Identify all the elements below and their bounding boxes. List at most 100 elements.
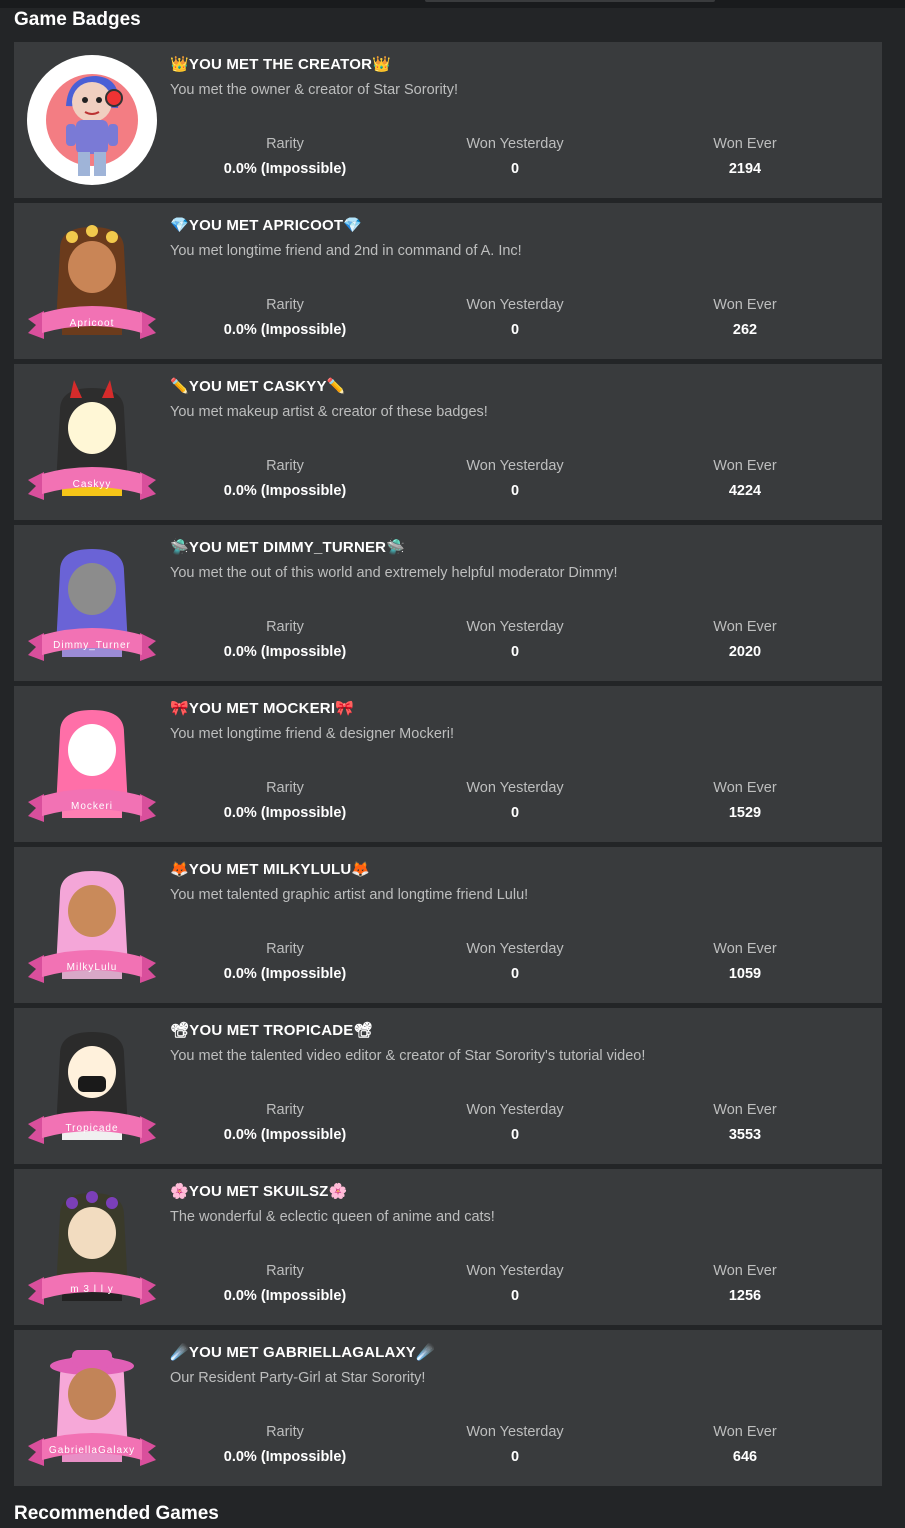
badge-banner-text: GabriellaGalaxy — [49, 1445, 135, 1456]
badge-card[interactable]: 👑YOU MET THE CREATOR👑 You met the owner &… — [14, 42, 882, 198]
won-yesterday-stat: Won Yesterday 0 — [415, 296, 615, 339]
badge-banner-text: Caskyy — [73, 479, 112, 490]
won-yesterday-label: Won Yesterday — [466, 619, 564, 635]
rarity-stat: Rarity 0.0% (Impossible) — [185, 457, 385, 500]
won-yesterday-value: 0 — [510, 1288, 520, 1304]
badge-description: You met talented graphic artist and long… — [170, 887, 529, 903]
badge-banner-text: Tropicade — [65, 1123, 118, 1134]
won-yesterday-stat: Won Yesterday 0 — [415, 1423, 615, 1466]
won-yesterday-value: 0 — [510, 966, 520, 982]
rarity-stat: Rarity 0.0% (Impossible) — [185, 940, 385, 983]
badge-card[interactable]: m 3 l l y 🌸YOU MET SKUILSZ🌸 The wonderful … — [14, 1169, 882, 1325]
rarity-stat: Rarity 0.0% (Impossible) — [185, 135, 385, 178]
rarity-value: 0.0% (Impossible) — [223, 805, 347, 821]
game-badges-heading: Game Badges — [14, 9, 141, 30]
badge-image[interactable]: MilkyLulu — [26, 859, 158, 991]
won-ever-value: 1256 — [728, 1288, 762, 1304]
won-yesterday-value: 0 — [510, 161, 520, 177]
rarity-label: Rarity — [266, 458, 304, 474]
won-ever-label: Won Ever — [713, 1102, 777, 1118]
rarity-stat: Rarity 0.0% (Impossible) — [185, 779, 385, 822]
won-ever-stat: Won Ever 262 — [645, 296, 845, 339]
badge-description: You met the owner & creator of Star Soro… — [170, 82, 458, 98]
won-ever-stat: Won Ever 3553 — [645, 1101, 845, 1144]
won-yesterday-stat: Won Yesterday 0 — [415, 940, 615, 983]
rarity-stat: Rarity 0.0% (Impossible) — [185, 296, 385, 339]
won-yesterday-label: Won Yesterday — [466, 780, 564, 796]
won-ever-label: Won Ever — [713, 136, 777, 152]
rarity-value: 0.0% (Impossible) — [223, 1288, 347, 1304]
won-yesterday-stat: Won Yesterday 0 — [415, 779, 615, 822]
won-ever-value: 4224 — [728, 483, 762, 499]
badge-description: You met longtime friend & designer Mocke… — [170, 726, 454, 742]
won-yesterday-label: Won Yesterday — [466, 941, 564, 957]
rarity-value: 0.0% (Impossible) — [223, 1449, 347, 1465]
won-yesterday-label: Won Yesterday — [466, 458, 564, 474]
badge-card[interactable]: Tropicade 📽YOU MET TROPICADE📽 You met the … — [14, 1008, 882, 1164]
badge-banner-text: Apricoot — [70, 318, 115, 329]
won-ever-label: Won Ever — [713, 780, 777, 796]
won-yesterday-stat: Won Yesterday 0 — [415, 1262, 615, 1305]
badge-card[interactable]: Mockeri 🎀YOU MET MOCKERI🎀 You met longtime… — [14, 686, 882, 842]
badge-card[interactable]: Dimmy_Turner 🛸YOU MET DIMMY_TURNER🛸 You me… — [14, 525, 882, 681]
badge-banner-text: m 3 l l y — [70, 1284, 113, 1295]
won-yesterday-value: 0 — [510, 805, 520, 821]
won-ever-stat: Won Ever 2194 — [645, 135, 845, 178]
badge-name[interactable]: 🌸YOU MET SKUILSZ🌸 — [170, 1182, 347, 1200]
won-yesterday-value: 0 — [510, 1449, 520, 1465]
won-ever-value: 262 — [732, 322, 758, 338]
badge-image[interactable]: m 3 l l y — [26, 1181, 158, 1313]
won-ever-value: 1059 — [728, 966, 762, 982]
rarity-value: 0.0% (Impossible) — [223, 966, 347, 982]
badge-image[interactable]: Caskyy — [26, 376, 158, 508]
rarity-value: 0.0% (Impossible) — [223, 644, 347, 660]
top-nav-bar — [0, 0, 905, 8]
won-yesterday-stat: Won Yesterday 0 — [415, 135, 615, 178]
won-ever-stat: Won Ever 1529 — [645, 779, 845, 822]
badge-name[interactable]: ✏️YOU MET CASKYY✏️ — [170, 377, 346, 395]
rarity-label: Rarity — [266, 1424, 304, 1440]
badge-banner-text: MilkyLulu — [67, 962, 118, 973]
won-yesterday-value: 0 — [510, 322, 520, 338]
badge-name[interactable]: 💎YOU MET APRICOOT💎 — [170, 216, 362, 234]
rarity-label: Rarity — [266, 136, 304, 152]
badge-image[interactable]: Dimmy_Turner — [26, 537, 158, 669]
rarity-value: 0.0% (Impossible) — [223, 1127, 347, 1143]
rarity-label: Rarity — [266, 941, 304, 957]
won-ever-stat: Won Ever 2020 — [645, 618, 845, 661]
badge-card[interactable]: Caskyy ✏️YOU MET CASKYY✏️ You met makeup a… — [14, 364, 882, 520]
badge-description: You met the out of this world and extrem… — [170, 565, 618, 581]
won-ever-stat: Won Ever 646 — [645, 1423, 845, 1466]
won-yesterday-value: 0 — [510, 1127, 520, 1143]
won-ever-stat: Won Ever 1059 — [645, 940, 845, 983]
search-bar-edge[interactable] — [425, 0, 715, 2]
won-yesterday-stat: Won Yesterday 0 — [415, 457, 615, 500]
won-ever-stat: Won Ever 4224 — [645, 457, 845, 500]
badge-image[interactable]: Mockeri — [26, 698, 158, 830]
won-yesterday-label: Won Yesterday — [466, 297, 564, 313]
won-yesterday-label: Won Yesterday — [466, 1263, 564, 1279]
badge-card[interactable]: MilkyLulu 🦊YOU MET MILKYLULU🦊 You met tale… — [14, 847, 882, 1003]
badge-image[interactable]: Tropicade — [26, 1020, 158, 1152]
won-ever-value: 2194 — [728, 161, 762, 177]
badge-name[interactable]: ☄️YOU MET GABRIELLAGALAXY☄️ — [170, 1343, 435, 1361]
rarity-label: Rarity — [266, 297, 304, 313]
badge-name[interactable]: 👑YOU MET THE CREATOR👑 — [170, 55, 391, 73]
badge-card[interactable]: GabriellaGalaxy ☄️YOU MET GABRIELLAGALAXY… — [14, 1330, 882, 1486]
rarity-value: 0.0% (Impossible) — [223, 483, 347, 499]
badge-name[interactable]: 🦊YOU MET MILKYLULU🦊 — [170, 860, 370, 878]
badge-image[interactable] — [26, 54, 158, 186]
badge-image[interactable]: Apricoot — [26, 215, 158, 347]
recommended-games-heading: Recommended Games — [14, 1503, 219, 1524]
won-ever-value: 646 — [732, 1449, 758, 1465]
badge-banner-text: Dimmy_Turner — [53, 640, 131, 651]
badge-card[interactable]: Apricoot 💎YOU MET APRICOOT💎 You met longti… — [14, 203, 882, 359]
badge-name[interactable]: 📽YOU MET TROPICADE📽 — [170, 1021, 373, 1039]
won-yesterday-label: Won Yesterday — [466, 136, 564, 152]
won-yesterday-label: Won Yesterday — [466, 1102, 564, 1118]
rarity-label: Rarity — [266, 619, 304, 635]
won-yesterday-stat: Won Yesterday 0 — [415, 1101, 615, 1144]
badge-image[interactable]: GabriellaGalaxy — [26, 1342, 158, 1474]
badge-name[interactable]: 🛸YOU MET DIMMY_TURNER🛸 — [170, 538, 405, 556]
badge-name[interactable]: 🎀YOU MET MOCKERI🎀 — [170, 699, 354, 717]
